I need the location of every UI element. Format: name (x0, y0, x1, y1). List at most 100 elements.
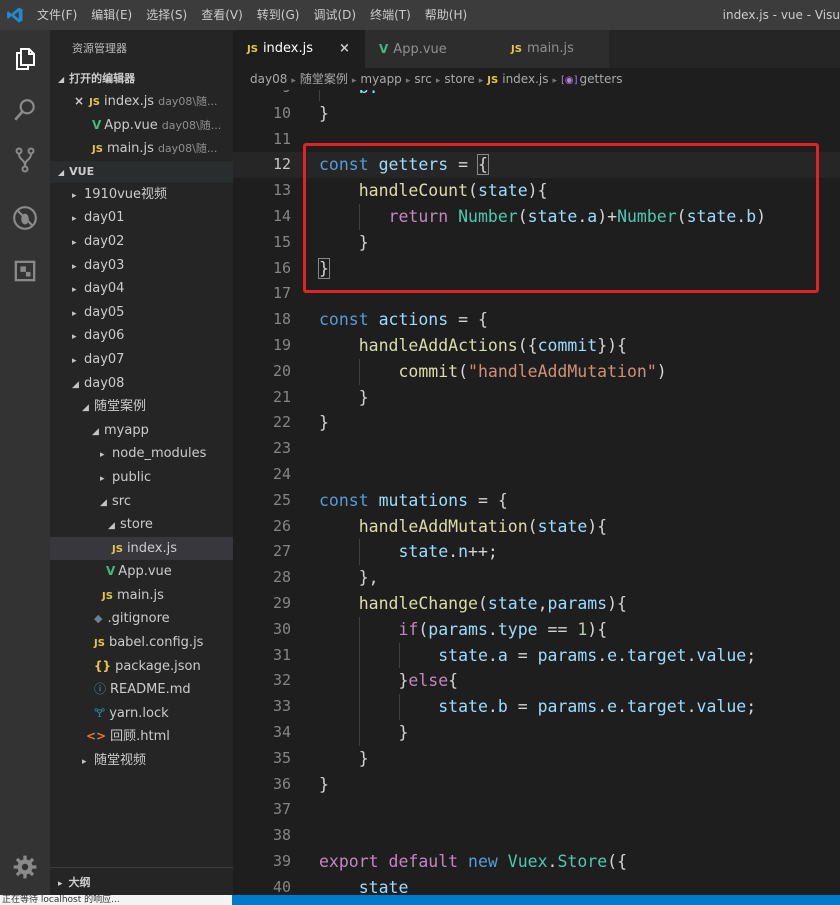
line-number: 15 (272, 232, 291, 251)
tree-item[interactable]: ▸ day05 (50, 301, 233, 325)
file-path: day08\随... (157, 142, 218, 156)
code-text: const mutations = { (319, 490, 508, 510)
tree-item[interactable]: ▸ node_modules (50, 442, 233, 466)
close-icon[interactable]: × (74, 94, 84, 108)
menu-go[interactable]: 转到(G) (250, 0, 307, 30)
vue-file-icon: V (92, 117, 102, 132)
tree-item[interactable]: ▸ day07 (50, 348, 233, 372)
menu-help[interactable]: 帮助(H) (418, 0, 474, 30)
chevron-right-icon: ▸ (100, 450, 105, 461)
info-file-icon: ⓘ (94, 682, 107, 697)
tree-item[interactable]: ◢ myapp (50, 419, 233, 443)
open-editor-index-js[interactable]: × JS index.js day08\随... (50, 90, 233, 114)
vscode-logo-icon[interactable] (0, 0, 30, 30)
code-line: 25 const mutations = { (233, 488, 840, 514)
breadcrumb-item[interactable]: store (444, 72, 474, 86)
tab-main-js[interactable]: JS main.js (491, 30, 609, 68)
tab-app-vue[interactable]: V App.vue (365, 30, 491, 68)
code-line: 22} (233, 410, 840, 436)
tree-item[interactable]: ⓘ README.md (50, 678, 233, 702)
status-toast: 正在等待 localhost 的响应... (0, 895, 232, 905)
tree-item[interactable]: ◆ .gitignore (50, 607, 233, 631)
breadcrumb-item[interactable]: day08 (250, 72, 287, 86)
code-text: }, (319, 568, 379, 588)
code-text: handleAddMutation(state){ (358, 516, 608, 536)
collapse-icon: ◢ (58, 167, 65, 177)
code-line: 40 state (233, 875, 840, 897)
code-text: state.a = params.e.target.value; (438, 645, 757, 665)
tree-item[interactable]: ▸ 1910vue视频 (50, 183, 233, 207)
extensions-icon[interactable] (0, 246, 50, 296)
tree-item[interactable]: 🝖 yarn.lock (50, 702, 233, 726)
code-text: } (319, 413, 329, 433)
debug-icon[interactable] (0, 193, 50, 243)
breadcrumb-item[interactable]: index.js (502, 72, 548, 86)
line-number: 32 (272, 671, 291, 690)
code-line: 39 export default new Vuex.Store({ (233, 849, 840, 875)
tree-item[interactable]: {} package.json (50, 655, 233, 679)
close-icon[interactable]: × (339, 41, 350, 56)
menu-edit[interactable]: 编辑(E) (84, 0, 139, 30)
tree-item[interactable]: ▸ day06 (50, 324, 233, 348)
breadcrumb-item[interactable]: 随堂案例 (300, 72, 348, 86)
tree-item[interactable]: ▸ public (50, 466, 233, 490)
search-icon[interactable] (0, 85, 50, 135)
window-title: index.js - vue - Visu (722, 8, 840, 22)
tree-item[interactable]: ◢ 随堂案例 (50, 395, 233, 419)
breadcrumb-item[interactable]: getters (580, 72, 623, 86)
line-number: 40 (272, 877, 291, 896)
code-text: }else{ (319, 671, 459, 691)
chevron-down-icon: ◢ (100, 497, 107, 508)
tree-item[interactable]: ▸ day03 (50, 254, 233, 278)
line-number: 20 (272, 361, 291, 380)
tree-item[interactable]: JS babel.config.js (50, 631, 233, 655)
code-text: export default new Vuex.Store({ (319, 851, 628, 871)
open-editors-header[interactable]: ◢ 打开的编辑器 (50, 68, 233, 90)
tree-item[interactable]: V App.vue (50, 560, 233, 584)
highlight-annotation-box (303, 143, 819, 293)
line-number: 25 (272, 490, 291, 509)
tree-item[interactable]: ▸ day01 (50, 206, 233, 230)
source-control-icon[interactable] (0, 135, 50, 185)
chevron-down-icon: ◢ (108, 521, 115, 532)
menu-terminal[interactable]: 终端(T) (363, 0, 418, 30)
tree-item-selected[interactable]: JS index.js (50, 536, 233, 561)
menu-debug[interactable]: 调试(D) (306, 0, 363, 30)
menu-selection[interactable]: 选择(S) (139, 0, 194, 30)
collapse-icon: ◢ (58, 75, 65, 84)
chevron-right-icon: ▸ (72, 190, 77, 201)
file-name: index.js (104, 94, 155, 109)
menu-view[interactable]: 查看(V) (194, 0, 250, 30)
code-text: } (319, 387, 369, 407)
code-text: if(params.type == 1){ (398, 619, 608, 639)
tree-item[interactable]: ▸ day04 (50, 277, 233, 301)
outline-header[interactable]: ▸ 大纲 (50, 867, 233, 897)
menu-file[interactable]: 文件(F) (30, 0, 84, 30)
tree-item[interactable]: ◢ store (50, 513, 233, 537)
tab-index-js[interactable]: JS index.js × (233, 30, 365, 68)
tree-item[interactable]: ▸ day02 (50, 230, 233, 254)
vue-file-icon: V (106, 564, 116, 579)
tree-item[interactable]: <> 回顾.html (50, 725, 233, 749)
line-number: 31 (272, 645, 291, 664)
breadcrumb-item[interactable]: myapp (360, 72, 401, 86)
chevron-right-icon: ▸ (72, 214, 77, 225)
explorer-icon[interactable] (0, 34, 50, 84)
code-line: 29 handleChange(state,params){ (233, 591, 840, 617)
tree-item[interactable]: JS main.js (50, 584, 233, 608)
explorer-title: 资源管理器 (72, 42, 127, 55)
open-editor-app-vue[interactable]: V App.vue day08\随... (50, 114, 233, 138)
breadcrumb-item[interactable]: src (414, 72, 432, 86)
tree-item[interactable]: ▸ 随堂视频 (50, 749, 233, 773)
tree-item[interactable]: ◢ day08 (50, 372, 233, 396)
chevron-down-icon: ◢ (82, 403, 89, 414)
code-text: commit("handleAddMutation") (398, 361, 667, 381)
open-editor-main-js[interactable]: JS main.js day08\随... (50, 137, 233, 161)
line-number: 26 (272, 516, 291, 535)
code-text: const actions = { (319, 310, 488, 330)
tree-item[interactable]: ◢ src (50, 490, 233, 514)
code-line: 31 state.a = params.e.target.value; (233, 642, 840, 669)
vue-folder-header[interactable]: ◢ VUE (50, 160, 233, 183)
chevron-right-icon: ▸ (72, 332, 77, 343)
settings-gear-icon[interactable] (0, 842, 50, 892)
